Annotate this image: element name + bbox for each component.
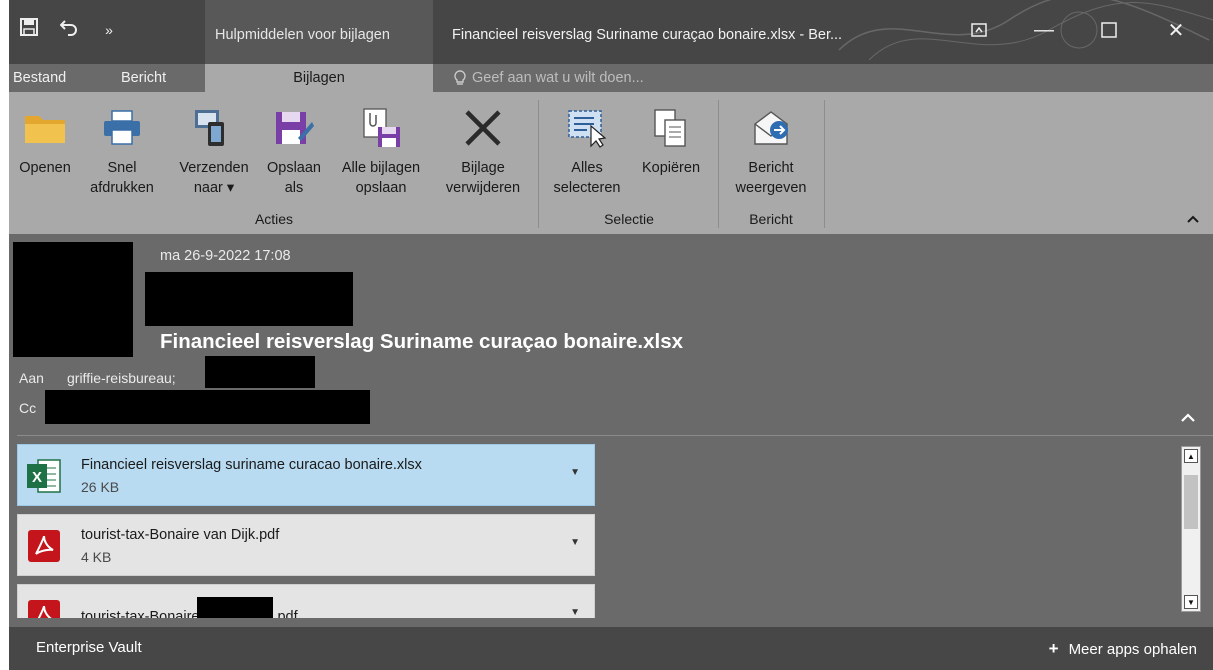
save-icon[interactable] (9, 0, 49, 64)
minimize-icon[interactable]: — (1019, 10, 1069, 50)
attachment-size: 4 KB (81, 549, 112, 565)
group-label-bericht: Bericht (749, 211, 793, 227)
sender-photo-redacted (13, 242, 133, 357)
ribbon-tabs: Bestand Bericht Bijlagen Geef aan wat u … (9, 64, 1213, 92)
plus-icon: + (1048, 639, 1059, 658)
attachment-scrollbar[interactable]: ▲ ▼ (1181, 446, 1201, 612)
show-message-icon (754, 111, 788, 145)
kopieren-button[interactable]: Kopiëren (631, 102, 711, 178)
sender-name-redacted (145, 272, 353, 326)
context-tab-label: Hulpmiddelen voor bijlagen (205, 0, 433, 64)
lightbulb-icon (454, 70, 466, 85)
undo-icon[interactable] (49, 0, 89, 64)
more-apps-button[interactable]: + Meer apps ophalen (1049, 639, 1197, 659)
select-all-icon (568, 110, 607, 148)
send-device-icon (195, 110, 224, 146)
to-redacted (205, 356, 315, 388)
cc-label: Cc (19, 400, 37, 416)
title-bar: » Hulpmiddelen voor bijlagen Financieel … (9, 0, 1213, 64)
attachment-name: Financieel reisverslag suriname curacao … (81, 457, 422, 473)
alle-bijlagen-opslaan-button[interactable]: Alle bijlagen opslaan (331, 102, 431, 198)
svg-text:X: X (32, 469, 42, 486)
app-root: » Hulpmiddelen voor bijlagen Financieel … (0, 0, 1213, 670)
attachment-item[interactable]: X Financieel reisverslag suriname curaca… (17, 444, 595, 506)
attachment-name-suffix: .pdf (273, 609, 298, 618)
collapse-ribbon-icon[interactable] (1187, 210, 1199, 226)
attachment-dropdown-icon[interactable]: ▼ (570, 537, 580, 548)
excel-file-icon: X (27, 459, 61, 493)
save-all-attachments-icon (363, 108, 400, 147)
ribbon-separator (824, 100, 825, 228)
bericht-weergeven-button[interactable]: Bericht weergeven (721, 102, 821, 198)
group-label-selectie: Selectie (604, 211, 654, 227)
attachment-name-redacted (197, 597, 274, 618)
scroll-thumb[interactable] (1184, 475, 1198, 529)
verzenden-naar-button[interactable]: Verzenden naar ▾ (172, 102, 256, 198)
save-as-icon (276, 112, 314, 144)
pdf-file-icon (28, 600, 60, 618)
opslaan-als-button[interactable]: Opslaan als (259, 102, 329, 198)
group-label-acties: Acties (254, 211, 294, 227)
to-label: Aan (19, 370, 44, 386)
openen-button[interactable]: Openen (15, 102, 75, 178)
more-apps-label: Meer apps ophalen (1068, 640, 1197, 658)
cc-redacted (45, 390, 370, 424)
close-icon[interactable]: ✕ (1151, 10, 1201, 50)
attachment-list: X Financieel reisverslag suriname curaca… (9, 436, 1213, 618)
ribbon-separator (538, 100, 539, 228)
snel-afdrukken-button[interactable]: Snel afdrukken (77, 102, 167, 198)
folder-icon (25, 116, 65, 143)
to-recipients[interactable]: griffie-reisbureau; (67, 370, 176, 386)
attachment-size: 26 KB (81, 479, 120, 495)
enterprise-vault-link[interactable]: Enterprise Vault (36, 639, 142, 656)
copy-icon (654, 109, 686, 147)
collapse-header-icon[interactable] (1181, 409, 1195, 427)
ribbon-separator (718, 100, 719, 228)
tab-bestand[interactable]: Bestand (13, 64, 66, 92)
attachment-item[interactable]: tourist-tax-Bonaire .pdf ▼ (17, 584, 595, 618)
delete-x-icon (465, 110, 501, 146)
attachment-name-prefix: tourist-tax-Bonaire (81, 609, 200, 618)
window-title: Financieel reisverslag Suriname curaçao … (452, 27, 843, 43)
attachment-name: tourist-tax-Bonaire .pdf (81, 597, 298, 618)
tab-bericht[interactable]: Bericht (121, 64, 166, 92)
alles-selecteren-button[interactable]: Alles selecteren (544, 102, 630, 198)
tell-me-box[interactable]: Geef aan wat u wilt doen... (454, 64, 644, 92)
scroll-down-icon[interactable]: ▼ (1184, 595, 1198, 609)
context-label-text: Hulpmiddelen voor bijlagen (215, 27, 390, 43)
tab-bijlagen[interactable]: Bijlagen (205, 64, 433, 92)
attachment-dropdown-icon[interactable]: ▼ (570, 467, 580, 478)
quick-access-toolbar: » (9, 0, 129, 64)
ribbon-display-icon[interactable] (954, 10, 1004, 50)
maximize-icon[interactable] (1084, 10, 1134, 50)
apps-bar: Enterprise Vault + Meer apps ophalen (9, 627, 1213, 670)
pdf-file-icon (28, 530, 60, 562)
scroll-up-icon[interactable]: ▲ (1184, 449, 1198, 463)
ribbon: Openen Snel afdrukken Verzenden naar ▾ O… (9, 92, 1213, 234)
attachment-name: tourist-tax-Bonaire van Dijk.pdf (81, 527, 280, 543)
attachment-dropdown-icon[interactable]: ▼ (570, 607, 580, 618)
tell-me-text: Geef aan wat u wilt doen... (472, 70, 644, 86)
outlook-window: » Hulpmiddelen voor bijlagen Financieel … (9, 0, 1213, 670)
bijlage-verwijderen-button[interactable]: Bijlage verwijderen (435, 102, 531, 198)
more-icon[interactable]: » (89, 0, 129, 64)
message-subject: Financieel reisverslag Suriname curaçao … (160, 330, 684, 353)
printer-icon (104, 110, 140, 145)
attachment-item[interactable]: tourist-tax-Bonaire van Dijk.pdf 4 KB ▼ (17, 514, 595, 576)
message-header: ma 26-9-2022 17:08 Financieel reisversla… (9, 234, 1213, 434)
sent-date: ma 26-9-2022 17:08 (160, 248, 291, 264)
